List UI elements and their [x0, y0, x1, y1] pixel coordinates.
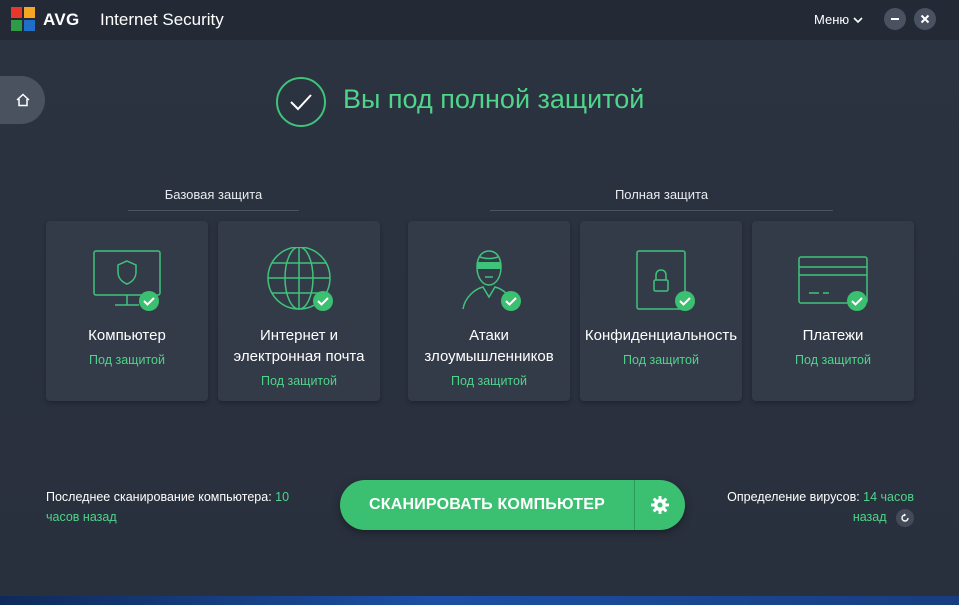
- scan-computer-button[interactable]: СКАНИРОВАТЬ КОМПЬЮТЕР: [340, 480, 685, 530]
- checkmark-icon: [290, 94, 312, 111]
- document-lock-icon: [636, 250, 695, 311]
- minimize-icon: [891, 18, 899, 20]
- card-status: Под защитой: [451, 374, 527, 388]
- card-title: Атаки злоумышленников: [424, 327, 554, 365]
- card-title: Конфиденциальность: [584, 327, 738, 344]
- protection-status-title: Вы под полной защитой: [343, 84, 645, 114]
- card-status: Под защитой: [795, 353, 871, 367]
- main-window: AVG Internet Security Меню Вы под полной…: [0, 0, 959, 596]
- definitions-value-line1: 14 часов: [863, 490, 914, 504]
- monitor-shield-icon: [93, 250, 161, 311]
- section-full-label: Полная защита: [614, 187, 709, 202]
- card-hacker-attacks[interactable]: Атаки злоумышленников Под защитой: [408, 221, 570, 401]
- close-button[interactable]: [914, 8, 936, 30]
- section-basic-label: Базовая защита: [164, 187, 263, 202]
- definitions-value-line2: назад: [852, 510, 887, 524]
- card-title: Платежи: [802, 327, 864, 344]
- card-payments[interactable]: Платежи Под защитой: [752, 221, 914, 401]
- gear-icon: [651, 496, 669, 514]
- credit-card-icon: [798, 256, 868, 311]
- card-status: Под защитой: [623, 353, 699, 367]
- avg-logo-icon: [11, 7, 35, 31]
- card-status: Под защитой: [89, 353, 165, 367]
- section-basic-divider: [128, 210, 299, 211]
- last-scan-info: Последнее сканирование компьютера: 10 ча…: [46, 487, 316, 527]
- virus-definitions-info: Определение вирусов: 14 часов назад: [700, 487, 914, 527]
- definitions-label: Определение вирусов:: [727, 490, 860, 504]
- card-status: Под защитой: [261, 374, 337, 388]
- update-definitions-button[interactable]: [896, 508, 914, 527]
- card-privacy[interactable]: Конфиденциальность Под защитой: [580, 221, 742, 401]
- globe-icon: [267, 247, 333, 311]
- card-title: Компьютер: [88, 327, 166, 344]
- title-bar: AVG Internet Security Меню: [0, 0, 959, 40]
- status-check-circle: [276, 77, 326, 127]
- home-tab[interactable]: [0, 76, 45, 124]
- menu-label: Меню: [814, 12, 850, 27]
- section-full-divider: [490, 210, 833, 211]
- brand-name: AVG: [43, 10, 80, 29]
- hacker-icon: [462, 250, 521, 311]
- last-scan-label: Последнее сканирование компьютера:: [46, 490, 272, 504]
- product-name: Internet Security: [100, 10, 224, 29]
- scan-button-label: СКАНИРОВАТЬ КОМПЬЮТЕР: [368, 496, 606, 513]
- refresh-icon: [901, 513, 909, 522]
- card-internet-email[interactable]: Интернет и электронная почта Под защитой: [218, 221, 380, 401]
- desktop-taskbar-edge: [0, 596, 959, 605]
- menu-button[interactable]: Меню: [814, 12, 863, 27]
- close-icon: [920, 14, 930, 24]
- scan-settings-button[interactable]: [635, 480, 685, 530]
- home-icon: [15, 93, 30, 107]
- card-computer[interactable]: Компьютер Под защитой: [46, 221, 208, 401]
- chevron-down-icon: [853, 16, 863, 23]
- minimize-button[interactable]: [884, 8, 906, 30]
- card-title: Интернет и электронная почта: [233, 327, 365, 365]
